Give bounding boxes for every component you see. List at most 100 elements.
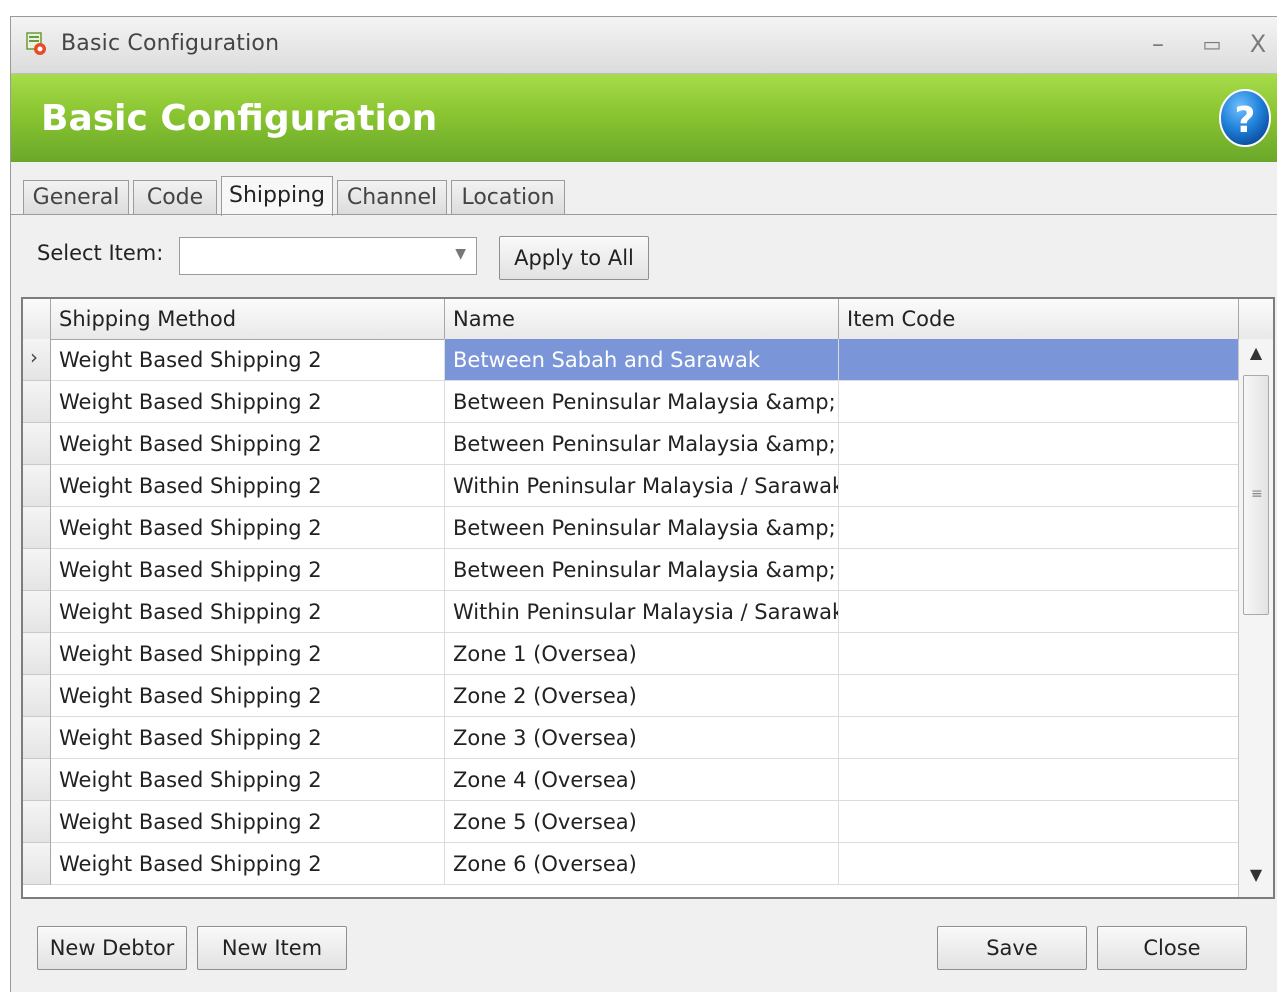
cell-name[interactable]: Within Peninsular Malaysia / Sarawak... bbox=[445, 465, 839, 507]
row-selector[interactable] bbox=[23, 801, 51, 843]
cell-item-code[interactable] bbox=[839, 381, 1239, 423]
cell-shipping-method[interactable]: Weight Based Shipping 2 bbox=[51, 381, 445, 423]
tab-location[interactable]: Location bbox=[451, 180, 565, 214]
title-bar: Basic Configuration – ▭ X bbox=[11, 17, 1277, 74]
cell-shipping-method[interactable]: Weight Based Shipping 2 bbox=[51, 801, 445, 843]
cell-item-code[interactable] bbox=[839, 675, 1239, 717]
row-selector[interactable] bbox=[23, 633, 51, 675]
cell-name[interactable]: Zone 5 (Oversea) bbox=[445, 801, 839, 843]
svg-text:?: ? bbox=[1235, 100, 1256, 141]
table-row[interactable]: Weight Based Shipping 2 Within Peninsular… bbox=[23, 465, 1239, 507]
row-selector[interactable] bbox=[23, 423, 51, 465]
tab-shipping[interactable]: Shipping bbox=[221, 176, 333, 216]
shipping-grid: Shipping Method Name Item Code › Weight B… bbox=[21, 297, 1275, 899]
scroll-down-arrow-icon[interactable]: ▼ bbox=[1239, 865, 1273, 895]
cell-item-code[interactable] bbox=[839, 549, 1239, 591]
scroll-thumb[interactable]: ≡ bbox=[1243, 375, 1269, 615]
cell-shipping-method[interactable]: Weight Based Shipping 2 bbox=[51, 591, 445, 633]
new-item-button[interactable]: New Item bbox=[197, 926, 347, 970]
table-row[interactable]: Weight Based Shipping 2 Between Peninsula… bbox=[23, 381, 1239, 423]
row-selector[interactable] bbox=[23, 507, 51, 549]
header-banner: Basic Configuration ? bbox=[11, 74, 1277, 162]
minimize-button[interactable]: – bbox=[1143, 29, 1173, 59]
close-button[interactable]: Close bbox=[1097, 926, 1247, 970]
cell-name[interactable]: Within Peninsular Malaysia / Sarawak... bbox=[445, 591, 839, 633]
table-row[interactable]: Weight Based Shipping 2 Zone 5 (Oversea) bbox=[23, 801, 1239, 843]
cell-name[interactable]: Between Peninsular Malaysia &amp; ... bbox=[445, 381, 839, 423]
cell-name[interactable]: Zone 6 (Oversea) bbox=[445, 843, 839, 885]
cell-name[interactable]: Zone 1 (Oversea) bbox=[445, 633, 839, 675]
cell-item-code[interactable] bbox=[839, 843, 1239, 885]
cell-shipping-method[interactable]: Weight Based Shipping 2 bbox=[51, 339, 445, 381]
row-indicator-header bbox=[23, 299, 51, 339]
row-selector[interactable] bbox=[23, 591, 51, 633]
row-selector[interactable] bbox=[23, 759, 51, 801]
table-row[interactable]: Weight Based Shipping 2 Zone 1 (Oversea) bbox=[23, 633, 1239, 675]
row-selector[interactable] bbox=[23, 843, 51, 885]
save-button[interactable]: Save bbox=[937, 926, 1087, 970]
column-header-item-code[interactable]: Item Code bbox=[839, 299, 1239, 339]
table-row[interactable]: Weight Based Shipping 2 Within Peninsular… bbox=[23, 591, 1239, 633]
table-row[interactable]: Weight Based Shipping 2 Between Peninsula… bbox=[23, 423, 1239, 465]
cell-shipping-method[interactable]: Weight Based Shipping 2 bbox=[51, 465, 445, 507]
cell-item-code[interactable] bbox=[839, 465, 1239, 507]
tab-channel[interactable]: Channel bbox=[337, 180, 447, 214]
column-header-shipping-method[interactable]: Shipping Method bbox=[51, 299, 445, 339]
cell-item-code[interactable] bbox=[839, 717, 1239, 759]
row-selector[interactable] bbox=[23, 549, 51, 591]
cell-item-code[interactable] bbox=[839, 759, 1239, 801]
cell-item-code[interactable] bbox=[839, 423, 1239, 465]
cell-item-code[interactable] bbox=[839, 801, 1239, 843]
select-item-dropdown[interactable]: ▼ bbox=[179, 237, 477, 275]
tab-code[interactable]: Code bbox=[133, 180, 217, 214]
tab-divider bbox=[11, 214, 1277, 215]
cell-name[interactable]: Between Peninsular Malaysia &amp; ... bbox=[445, 549, 839, 591]
new-debtor-button[interactable]: New Debtor bbox=[37, 926, 187, 970]
cell-shipping-method[interactable]: Weight Based Shipping 2 bbox=[51, 843, 445, 885]
cell-name[interactable]: Zone 4 (Oversea) bbox=[445, 759, 839, 801]
cell-shipping-method[interactable]: Weight Based Shipping 2 bbox=[51, 423, 445, 465]
cell-shipping-method[interactable]: Weight Based Shipping 2 bbox=[51, 717, 445, 759]
table-row[interactable]: Weight Based Shipping 2 Zone 3 (Oversea) bbox=[23, 717, 1239, 759]
grid-header: Shipping Method Name Item Code bbox=[23, 299, 1273, 340]
help-icon: ? bbox=[1219, 89, 1271, 147]
table-row[interactable]: Weight Based Shipping 2 Between Peninsula… bbox=[23, 507, 1239, 549]
column-header-name[interactable]: Name bbox=[445, 299, 839, 339]
help-button[interactable]: ? bbox=[1218, 88, 1272, 148]
app-icon bbox=[26, 32, 46, 55]
cell-name[interactable]: Zone 2 (Oversea) bbox=[445, 675, 839, 717]
cell-shipping-method[interactable]: Weight Based Shipping 2 bbox=[51, 549, 445, 591]
table-row[interactable]: Weight Based Shipping 2 Between Peninsula… bbox=[23, 549, 1239, 591]
cell-item-code[interactable] bbox=[839, 339, 1239, 381]
tab-general[interactable]: General bbox=[23, 180, 129, 214]
page-title: Basic Configuration bbox=[41, 98, 438, 139]
row-selector[interactable] bbox=[23, 675, 51, 717]
apply-to-all-button[interactable]: Apply to All bbox=[499, 236, 649, 280]
table-row[interactable]: Weight Based Shipping 2 Zone 6 (Oversea) bbox=[23, 843, 1239, 885]
cell-name[interactable]: Between Peninsular Malaysia &amp; ... bbox=[445, 507, 839, 549]
row-selector[interactable] bbox=[23, 465, 51, 507]
cell-shipping-method[interactable]: Weight Based Shipping 2 bbox=[51, 507, 445, 549]
cell-item-code[interactable] bbox=[839, 633, 1239, 675]
cell-shipping-method[interactable]: Weight Based Shipping 2 bbox=[51, 675, 445, 717]
cell-shipping-method[interactable]: Weight Based Shipping 2 bbox=[51, 633, 445, 675]
cell-item-code[interactable] bbox=[839, 591, 1239, 633]
table-row[interactable]: Weight Based Shipping 2 Zone 2 (Oversea) bbox=[23, 675, 1239, 717]
scroll-up-arrow-icon[interactable]: ▲ bbox=[1239, 343, 1273, 373]
vertical-scrollbar[interactable]: ▲ ≡ ▼ bbox=[1238, 339, 1273, 897]
table-row[interactable]: Weight Based Shipping 2 Zone 4 (Oversea) bbox=[23, 759, 1239, 801]
close-window-button[interactable]: X bbox=[1243, 29, 1273, 59]
row-selector[interactable]: › bbox=[23, 339, 51, 381]
row-selector[interactable] bbox=[23, 717, 51, 759]
dropdown-arrow-icon[interactable]: ▼ bbox=[455, 246, 466, 262]
table-row[interactable]: › Weight Based Shipping 2 Between Sabah an… bbox=[23, 339, 1239, 381]
grip-icon: ≡ bbox=[1251, 486, 1263, 502]
row-selector[interactable] bbox=[23, 381, 51, 423]
cell-item-code[interactable] bbox=[839, 507, 1239, 549]
cell-name[interactable]: Between Sabah and Sarawak bbox=[445, 339, 839, 381]
cell-shipping-method[interactable]: Weight Based Shipping 2 bbox=[51, 759, 445, 801]
maximize-button[interactable]: ▭ bbox=[1197, 29, 1227, 59]
select-item-label: Select Item: bbox=[37, 241, 164, 265]
cell-name[interactable]: Between Peninsular Malaysia &amp; ... bbox=[445, 423, 839, 465]
cell-name[interactable]: Zone 3 (Oversea) bbox=[445, 717, 839, 759]
